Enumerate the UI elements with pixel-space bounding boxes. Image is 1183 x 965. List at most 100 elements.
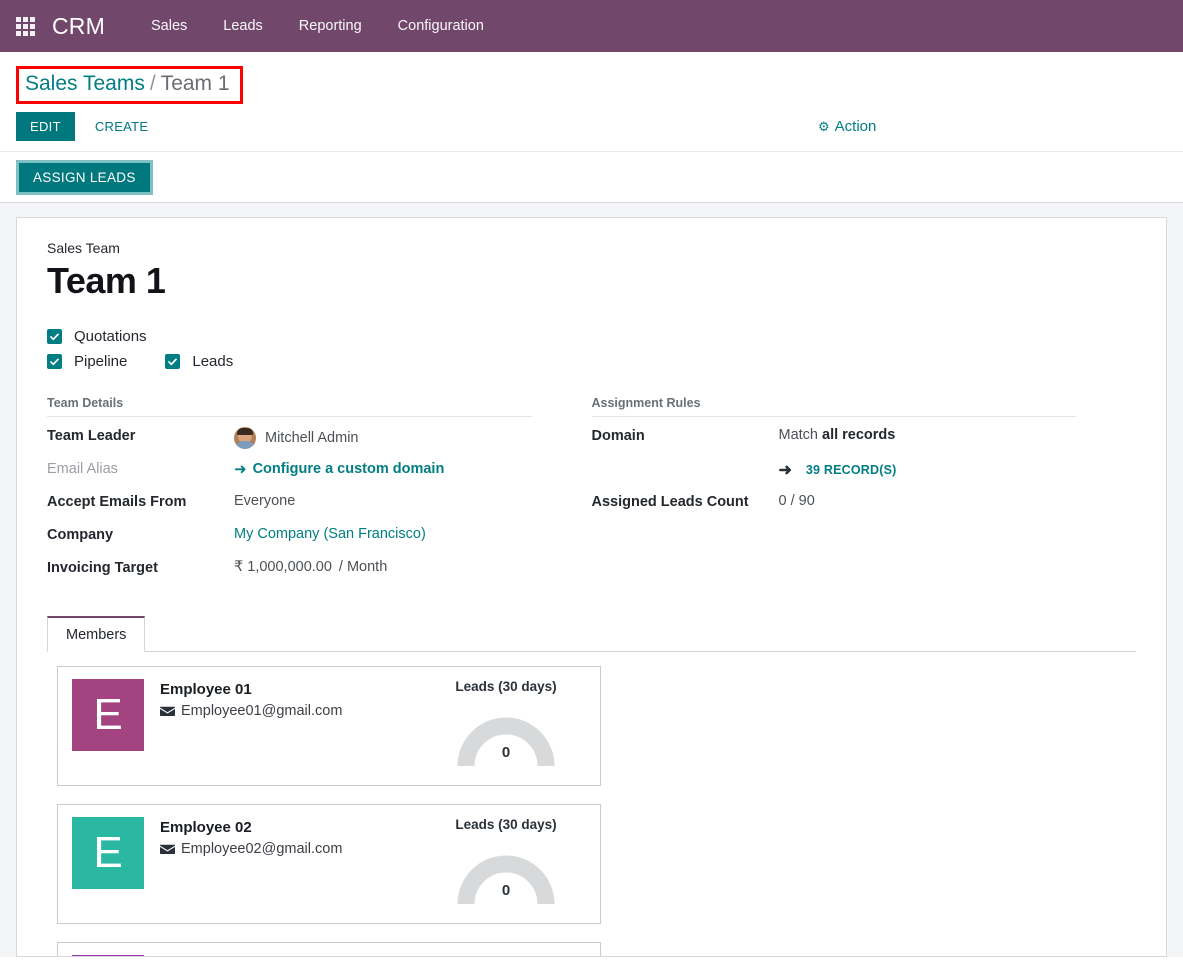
field-invoicing-target: Invoicing Target ₹ 1,000,000.00 / Month bbox=[47, 555, 532, 588]
member-metric-value: 0 bbox=[501, 882, 511, 899]
checkbox-row-quotations: Quotations bbox=[47, 328, 1136, 345]
group-team-details: Team Details Team Leader Mitchell Admin … bbox=[47, 396, 592, 588]
tab-members[interactable]: Members bbox=[47, 616, 146, 652]
breadcrumb-parent-link[interactable]: Sales Teams bbox=[25, 72, 145, 96]
member-info: Employee 01 Employee01@gmail.com bbox=[160, 679, 426, 773]
field-company: Company My Company (San Francisco) bbox=[47, 522, 532, 555]
breadcrumb-separator: / bbox=[149, 72, 156, 95]
form-buttons-row: EDIT CREATE ⚙ Action bbox=[0, 104, 1183, 151]
field-assigned-leads-count: Assigned Leads Count 0 / 90 bbox=[592, 489, 1077, 522]
member-info: Employee 02 Employee02@gmail.com bbox=[160, 817, 426, 911]
arrow-right-icon: ➜ bbox=[778, 462, 792, 479]
field-value-company[interactable]: My Company (San Francisco) bbox=[234, 526, 426, 542]
member-metric-value: 0 bbox=[501, 744, 511, 761]
field-value-email-alias[interactable]: ➜ Configure a custom domain bbox=[234, 460, 444, 478]
nav-item-leads[interactable]: Leads bbox=[205, 0, 281, 52]
field-domain: Domain Match all records bbox=[592, 423, 1077, 456]
apps-grid-icon[interactable] bbox=[12, 13, 38, 39]
member-email[interactable]: Employee02@gmail.com bbox=[160, 841, 426, 857]
tab-page-members: E Employee 01 Employee01@gmail.com Leads… bbox=[47, 652, 1136, 956]
leads-checkbox[interactable] bbox=[165, 354, 181, 369]
quotations-label[interactable]: Quotations bbox=[74, 328, 147, 345]
field-value-accept-emails: Everyone bbox=[234, 493, 296, 509]
field-label-assigned-leads-count: Assigned Leads Count bbox=[591, 494, 749, 510]
gear-icon: ⚙ bbox=[818, 119, 830, 134]
nav-item-configuration[interactable]: Configuration bbox=[380, 0, 502, 52]
records-count-link[interactable]: 39 RECORD(S) bbox=[806, 463, 897, 477]
pipeline-label[interactable]: Pipeline bbox=[74, 353, 127, 370]
member-card[interactable]: E Employee 03 Employee03@gmail.com bbox=[57, 942, 601, 956]
field-email-alias: Email Alias ➜ Configure a custom domain bbox=[47, 456, 532, 489]
quotations-checkbox[interactable] bbox=[47, 329, 62, 344]
action-menu-label: Action bbox=[834, 118, 877, 135]
member-avatar: E bbox=[72, 817, 144, 889]
field-value-domain-records[interactable]: ➜ 39 RECORD(S) bbox=[779, 460, 897, 480]
member-email[interactable]: Employee01@gmail.com bbox=[160, 703, 426, 719]
notebook-tabs: Members bbox=[47, 616, 1136, 652]
invoicing-target-period: / Month bbox=[338, 559, 388, 575]
member-info: Employee 03 Employee03@gmail.com bbox=[160, 955, 426, 956]
leads-label[interactable]: Leads bbox=[192, 353, 233, 370]
member-card[interactable]: E Employee 02 Employee02@gmail.com Leads… bbox=[57, 804, 601, 924]
configure-custom-domain-link[interactable]: Configure a custom domain bbox=[253, 461, 445, 477]
assign-leads-button[interactable]: ASSIGN LEADS bbox=[16, 159, 153, 195]
field-value-team-leader[interactable]: Mitchell Admin bbox=[234, 427, 358, 449]
checkbox-row-pipeline-leads: Pipeline Leads bbox=[47, 353, 1136, 370]
pipeline-checkbox[interactable] bbox=[47, 354, 62, 369]
create-button[interactable]: CREATE bbox=[81, 112, 163, 141]
field-label-invoicing-target: Invoicing Target bbox=[47, 560, 158, 576]
members-kanban-grid: E Employee 01 Employee01@gmail.com Leads… bbox=[57, 666, 1126, 956]
checkbox-group-pipeline: Pipeline bbox=[47, 353, 127, 370]
breadcrumb-row: Sales Teams / Team 1 bbox=[0, 52, 1183, 104]
member-email-text: Employee01@gmail.com bbox=[181, 703, 343, 719]
group-title-assignment-rules: Assignment Rules bbox=[591, 396, 1076, 417]
nav-item-sales[interactable]: Sales bbox=[133, 0, 205, 52]
page-title: Team 1 bbox=[47, 260, 166, 301]
domain-match-value: all records bbox=[822, 427, 896, 443]
field-label-team-leader: Team Leader bbox=[47, 428, 136, 444]
checkbox-group-leads: Leads bbox=[165, 353, 233, 370]
action-menu[interactable]: ⚙ Action bbox=[818, 118, 876, 135]
edit-button[interactable]: EDIT bbox=[16, 112, 75, 141]
member-metric-label: Leads (30 days) bbox=[426, 955, 586, 956]
notebook: Members E Employee 01 Employee01@gmail.c… bbox=[47, 616, 1136, 956]
field-value-invoicing-target: ₹ 1,000,000.00 / Month bbox=[234, 559, 387, 575]
arrow-right-icon: ➜ bbox=[234, 461, 247, 478]
member-card[interactable]: E Employee 01 Employee01@gmail.com Leads… bbox=[57, 666, 601, 786]
statusbar-row: ASSIGN LEADS bbox=[0, 151, 1183, 203]
team-leader-name: Mitchell Admin bbox=[265, 430, 359, 446]
control-panel: Sales Teams / Team 1 EDIT CREATE ⚙ Actio… bbox=[0, 52, 1183, 203]
group-assignment-rules: Assignment Rules Domain Match all record… bbox=[591, 396, 1137, 588]
member-email-text: Employee02@gmail.com bbox=[181, 841, 343, 857]
form-sheet: Sales Team Team 1 Quotations Pipeline Le… bbox=[16, 217, 1167, 957]
form-subtitle: Sales Team bbox=[47, 240, 120, 256]
group-title-team-details: Team Details bbox=[47, 396, 532, 417]
team-leader-avatar bbox=[234, 427, 256, 449]
top-navbar: CRM Sales Leads Reporting Configuration bbox=[0, 0, 1183, 52]
checkbox-group-quotations: Quotations bbox=[47, 328, 147, 345]
form-groups: Team Details Team Leader Mitchell Admin … bbox=[47, 396, 1136, 588]
field-value-domain[interactable]: Match all records bbox=[779, 427, 896, 443]
field-label-domain: Domain bbox=[591, 428, 645, 444]
invoicing-target-amount: ₹ 1,000,000.00 bbox=[234, 559, 332, 575]
field-accept-emails: Accept Emails From Everyone bbox=[47, 489, 532, 522]
member-leads-gauge: 0 bbox=[456, 710, 556, 770]
breadcrumb: Sales Teams / Team 1 bbox=[16, 66, 243, 104]
form-sheet-background: Sales Team Team 1 Quotations Pipeline Le… bbox=[0, 203, 1183, 957]
field-label-accept-emails: Accept Emails From bbox=[47, 494, 187, 510]
member-metric-label: Leads (30 days) bbox=[455, 817, 557, 832]
nav-item-reporting[interactable]: Reporting bbox=[281, 0, 380, 52]
member-metric: Leads (30 days) 0 bbox=[426, 955, 586, 956]
member-metric: Leads (30 days) 0 bbox=[426, 817, 586, 911]
member-avatar: E bbox=[72, 679, 144, 751]
envelope-icon bbox=[160, 706, 175, 717]
app-brand-crm[interactable]: CRM bbox=[52, 13, 105, 40]
member-metric: Leads (30 days) 0 bbox=[426, 679, 586, 773]
field-label-company: Company bbox=[47, 527, 114, 543]
member-metric-label: Leads (30 days) bbox=[455, 679, 557, 694]
navbar-menu: Sales Leads Reporting Configuration bbox=[133, 0, 502, 52]
member-avatar: E bbox=[72, 955, 144, 956]
envelope-icon bbox=[160, 844, 175, 855]
field-value-assigned-leads-count: 0 / 90 bbox=[778, 493, 815, 509]
field-domain-records: ➜ 39 RECORD(S) bbox=[592, 456, 1077, 489]
